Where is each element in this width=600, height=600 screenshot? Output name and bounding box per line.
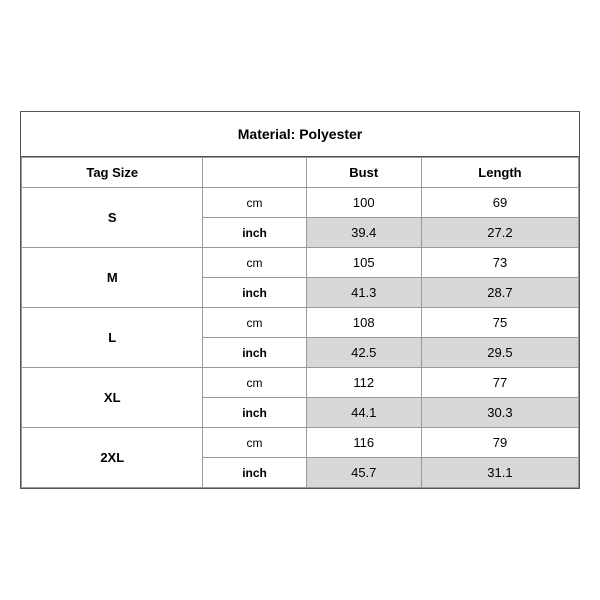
size-chart-container: Material: Polyester Tag Size Bust Length… bbox=[20, 111, 580, 489]
length-inch: 28.7 bbox=[421, 278, 578, 308]
bust-inch: 45.7 bbox=[306, 458, 421, 488]
table-row: S cm 100 69 bbox=[22, 188, 579, 218]
bust-cm: 108 bbox=[306, 308, 421, 338]
tag-size-cell: S bbox=[22, 188, 203, 248]
bust-cm: 112 bbox=[306, 368, 421, 398]
tag-size-cell: XL bbox=[22, 368, 203, 428]
header-tag-size: Tag Size bbox=[22, 158, 203, 188]
header-bust: Bust bbox=[306, 158, 421, 188]
bust-cm: 105 bbox=[306, 248, 421, 278]
length-cm: 79 bbox=[421, 428, 578, 458]
size-table: Tag Size Bust Length S cm 100 69 inch 39… bbox=[21, 157, 579, 488]
tag-size-cell: L bbox=[22, 308, 203, 368]
length-cm: 77 bbox=[421, 368, 578, 398]
bust-cm: 100 bbox=[306, 188, 421, 218]
tag-size-cell: M bbox=[22, 248, 203, 308]
table-row: M cm 105 73 bbox=[22, 248, 579, 278]
header-empty bbox=[203, 158, 306, 188]
unit-cm: cm bbox=[203, 188, 306, 218]
table-row: L cm 108 75 bbox=[22, 308, 579, 338]
table-row: XL cm 112 77 bbox=[22, 368, 579, 398]
unit-inch: inch bbox=[203, 338, 306, 368]
bust-inch: 42.5 bbox=[306, 338, 421, 368]
unit-cm: cm bbox=[203, 428, 306, 458]
bust-inch: 44.1 bbox=[306, 398, 421, 428]
unit-inch: inch bbox=[203, 278, 306, 308]
tag-size-cell: 2XL bbox=[22, 428, 203, 488]
header-length: Length bbox=[421, 158, 578, 188]
unit-cm: cm bbox=[203, 368, 306, 398]
length-inch: 30.3 bbox=[421, 398, 578, 428]
unit-inch: inch bbox=[203, 218, 306, 248]
table-row: 2XL cm 116 79 bbox=[22, 428, 579, 458]
length-cm: 75 bbox=[421, 308, 578, 338]
length-cm: 73 bbox=[421, 248, 578, 278]
unit-inch: inch bbox=[203, 458, 306, 488]
chart-title: Material: Polyester bbox=[21, 112, 579, 157]
bust-inch: 41.3 bbox=[306, 278, 421, 308]
length-inch: 29.5 bbox=[421, 338, 578, 368]
unit-cm: cm bbox=[203, 308, 306, 338]
unit-inch: inch bbox=[203, 398, 306, 428]
length-cm: 69 bbox=[421, 188, 578, 218]
unit-cm: cm bbox=[203, 248, 306, 278]
length-inch: 27.2 bbox=[421, 218, 578, 248]
bust-inch: 39.4 bbox=[306, 218, 421, 248]
bust-cm: 116 bbox=[306, 428, 421, 458]
length-inch: 31.1 bbox=[421, 458, 578, 488]
